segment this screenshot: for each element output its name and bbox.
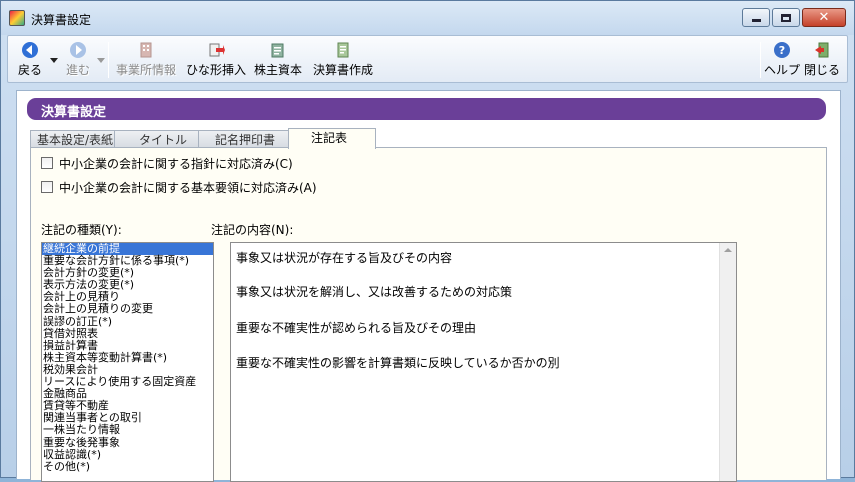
content-line: 事象又は状況を解消し、又は改善するための対応策: [236, 285, 513, 299]
minimize-button[interactable]: [742, 8, 770, 27]
basic-rule-checkbox[interactable]: 中小企業の会計に関する基本要領に対応済み(A): [41, 179, 441, 195]
tab-basic-settings[interactable]: 基本設定/表紙: [30, 130, 118, 148]
guideline-checkbox-box[interactable]: [41, 157, 53, 169]
tab-bar: 基本設定/表紙 タイトル 記名押印書 注記表: [30, 128, 830, 149]
list-item[interactable]: 収益認識(*): [42, 448, 213, 461]
tab-label: 注記表: [311, 131, 348, 145]
tab-label: タイトル: [139, 133, 188, 147]
help-icon: ?: [774, 42, 790, 58]
tab-notes[interactable]: 注記表: [288, 128, 376, 149]
insert-template-icon: [209, 43, 225, 57]
close-label: 閉じる: [804, 63, 841, 77]
list-item[interactable]: 会計上の見積りの変更: [42, 303, 213, 315]
stock-capital-label: 株主資本: [253, 63, 302, 77]
stock-capital-icon: [271, 43, 284, 58]
maximize-button[interactable]: [772, 8, 800, 27]
create-statement-label: 決算書作成: [312, 63, 373, 77]
notes-tab-content: 中小企業の会計に関する指針に対応済み(C) 中小企業の会計に関する基本要領に対応…: [30, 148, 827, 482]
maximize-icon: [781, 13, 791, 22]
scroll-up-arrow-icon[interactable]: [724, 248, 732, 252]
create-statement-button[interactable]: 決算書作成: [310, 39, 376, 81]
list-item[interactable]: 誤謬の訂正(*): [42, 315, 213, 328]
note-content-textarea[interactable]: 事象又は状況が存在する旨及びその内容 事象又は状況を解消し、又は改善するための対…: [230, 242, 737, 482]
insert-template-button[interactable]: ひな形挿入: [184, 39, 248, 81]
insert-template-label: ひな形挿入: [185, 63, 246, 77]
close-window-button[interactable]: ✕: [802, 8, 846, 27]
content-scrollbar[interactable]: [719, 243, 736, 481]
stock-capital-button[interactable]: 株主資本: [252, 39, 304, 81]
back-button[interactable]: 戻る: [12, 39, 48, 81]
back-dropdown-arrow-icon[interactable]: [50, 58, 58, 63]
list-item[interactable]: 一株当たり情報: [42, 424, 213, 436]
basic-rule-checkbox-box[interactable]: [41, 181, 53, 193]
basic-rule-checkbox-label: 中小企業の会計に関する基本要領に対応済み(A): [59, 181, 317, 195]
settlement-settings-window: 決算書設定 ✕ 戻る 進む 事業所情報 ひな形挿入 株主資本 決算書作成 ? ヘ…: [0, 0, 855, 482]
close-icon: ✕: [818, 10, 830, 25]
help-button[interactable]: ? ヘルプ: [764, 39, 800, 81]
content-line: 重要な不確実性が認められる旨及びその理由: [236, 321, 477, 335]
note-kinds-list[interactable]: 継続企業の前提 重要な会計方針に係る事項(*) 会計方針の変更(*) 表示方法の…: [41, 242, 214, 482]
tab-label: 基本設定/表紙: [37, 133, 114, 147]
list-item[interactable]: その他(*): [42, 460, 213, 473]
close-button[interactable]: 閉じる: [804, 39, 840, 81]
toolbar: 戻る 進む 事業所情報 ひな形挿入 株主資本 決算書作成 ? ヘルプ 閉じる: [7, 35, 848, 83]
back-label: 戻る: [17, 63, 42, 77]
office-building-icon: [140, 42, 152, 58]
guideline-checkbox-label: 中小企業の会計に関する指針に対応済み(C): [59, 157, 293, 171]
content-line: 重要な不確実性の影響を計算書類に反映しているか否かの別: [236, 356, 560, 370]
tab-title[interactable]: タイトル: [114, 130, 202, 148]
forward-button[interactable]: 進む: [60, 39, 96, 81]
forward-arrow-icon: [70, 42, 86, 58]
create-document-icon: [337, 42, 349, 58]
office-info-button[interactable]: 事業所情報: [114, 39, 178, 81]
tab-signature-seal[interactable]: 記名押印書: [198, 130, 290, 148]
forward-label: 進む: [65, 63, 90, 77]
forward-dropdown-arrow-icon[interactable]: [97, 58, 105, 63]
app-icon: [9, 10, 25, 26]
exit-door-icon: [815, 42, 829, 58]
office-info-label: 事業所情報: [115, 63, 176, 77]
toolbar-separator: [760, 42, 761, 78]
note-kinds-label: 注記の種類(Y):: [41, 223, 122, 237]
page-title: 決算書設定: [41, 105, 107, 120]
help-label: ヘルプ: [764, 63, 801, 77]
content-line: 事象又は状況が存在する旨及びその内容: [236, 251, 453, 265]
page-header: 決算書設定: [27, 98, 826, 120]
guideline-checkbox[interactable]: 中小企業の会計に関する指針に対応済み(C): [41, 155, 441, 171]
minimize-icon: [751, 19, 761, 22]
note-content-label: 注記の内容(N):: [211, 223, 294, 237]
svg-text:?: ?: [779, 44, 785, 57]
title-bar[interactable]: 決算書設定 ✕: [1, 1, 854, 35]
window-title: 決算書設定: [31, 13, 92, 27]
window-controls: ✕: [742, 8, 846, 27]
tab-label: 記名押印書: [215, 133, 276, 147]
toolbar-separator: [108, 42, 109, 78]
list-item[interactable]: 重要な後発事象: [42, 436, 213, 449]
main-panel: 決算書設定 基本設定/表紙 タイトル 記名押印書 注記表 中小企業の会計に関する…: [16, 90, 841, 482]
back-arrow-icon: [22, 42, 38, 58]
list-item[interactable]: 貸借対照表: [42, 327, 213, 340]
